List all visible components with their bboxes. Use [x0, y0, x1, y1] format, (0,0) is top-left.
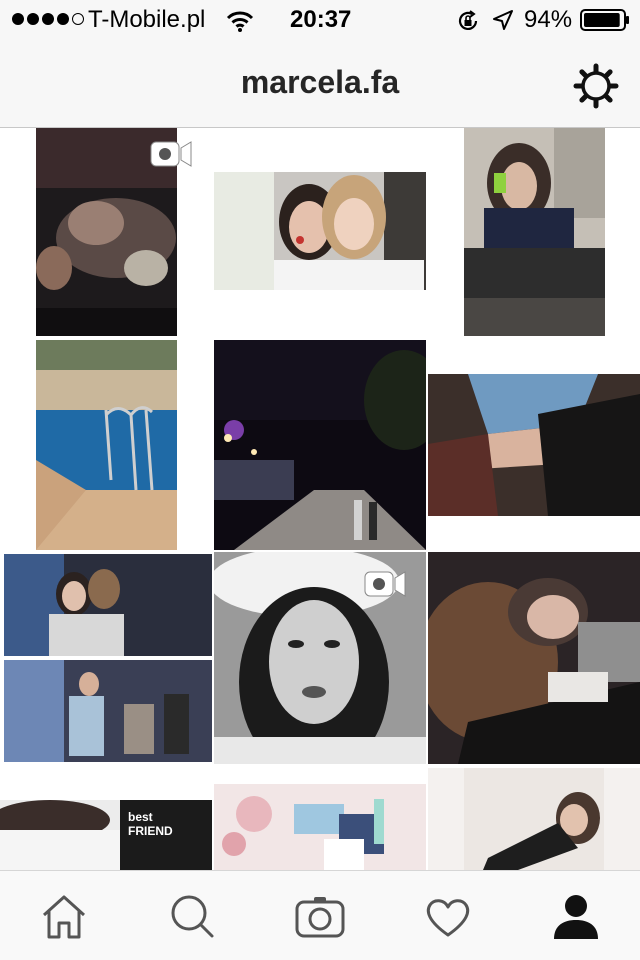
signal-strength-icon	[12, 13, 84, 25]
photo-thumbnail	[428, 768, 640, 870]
battery-percent: 94%	[524, 6, 573, 33]
grid-post-10[interactable]: best FRIEND	[0, 800, 212, 870]
grid-post-3[interactable]	[464, 128, 605, 336]
profile-icon[interactable]	[548, 889, 604, 945]
shirt-text: best FRIEND	[128, 810, 173, 838]
location-arrow-icon	[493, 10, 513, 30]
video-camera-icon	[364, 571, 406, 597]
grid-post-2[interactable]	[214, 172, 426, 290]
camera-icon[interactable]	[292, 889, 348, 945]
photo-thumbnail	[214, 784, 426, 870]
grid-post-7[interactable]	[4, 554, 212, 762]
photo-thumbnail	[214, 172, 426, 290]
photo-thumbnail	[428, 552, 640, 764]
bottom-tab-bar	[0, 870, 640, 960]
battery-icon	[580, 9, 629, 31]
wifi-icon	[226, 11, 254, 32]
photo-thumbnail	[4, 554, 212, 762]
status-bar: T-Mobile.pl 20:37 94%	[0, 0, 640, 40]
profile-username: marcela.fa	[240, 64, 400, 100]
photo-thumbnail	[464, 128, 605, 336]
grid-post-4[interactable]	[36, 340, 177, 550]
search-icon[interactable]	[164, 889, 220, 945]
grid-post-11[interactable]	[214, 784, 426, 870]
home-icon[interactable]	[36, 889, 92, 945]
photo-thumbnail	[0, 800, 212, 870]
grid-post-6[interactable]	[428, 374, 640, 516]
grid-post-12[interactable]	[428, 768, 640, 870]
rotation-lock-icon	[458, 10, 478, 30]
heart-icon[interactable]	[420, 889, 476, 945]
clock: 20:37	[290, 6, 352, 33]
photo-thumbnail	[428, 374, 640, 516]
gear-icon[interactable]	[572, 62, 620, 110]
photo-thumbnail	[214, 340, 426, 550]
photo-thumbnail	[36, 340, 177, 550]
profile-header: marcela.fa	[0, 40, 640, 128]
grid-post-5[interactable]	[214, 340, 426, 550]
photo-grid: best FRIEND	[0, 128, 640, 870]
video-camera-icon	[150, 141, 192, 167]
grid-post-9[interactable]	[428, 552, 640, 764]
carrier-name: T-Mobile.pl	[88, 6, 206, 33]
